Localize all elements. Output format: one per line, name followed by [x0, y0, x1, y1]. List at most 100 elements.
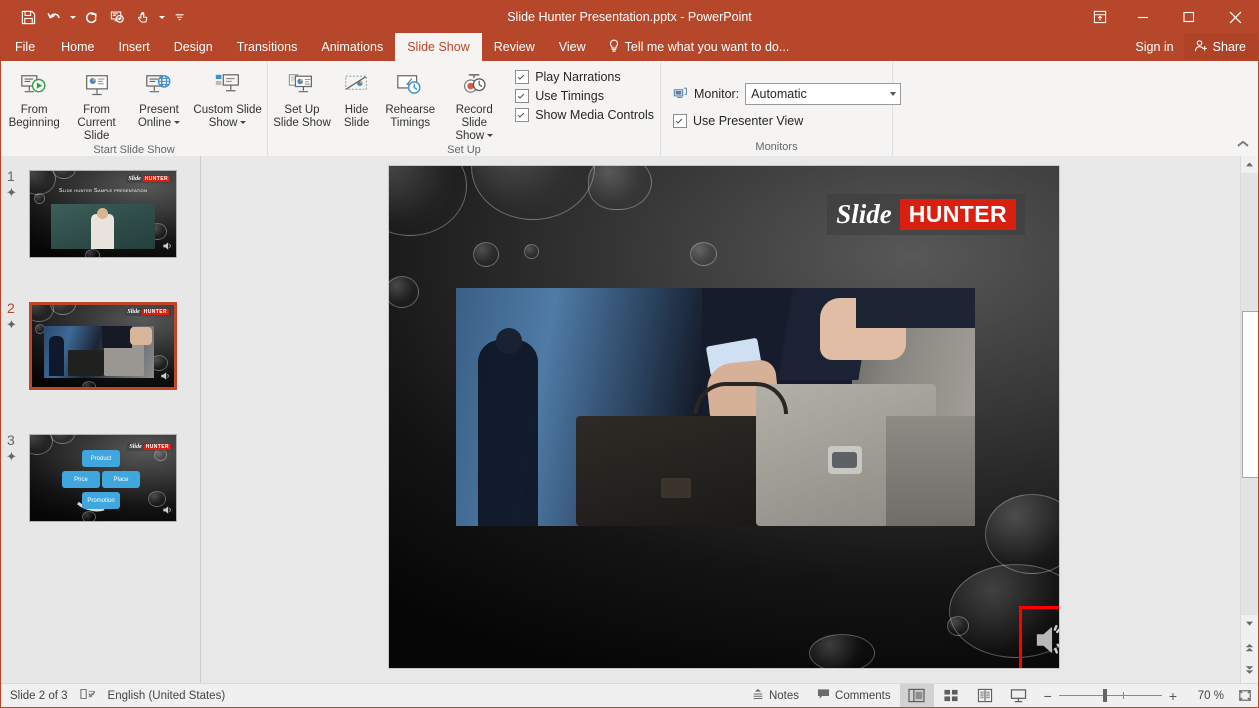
scroll-down-button[interactable] [1241, 615, 1258, 632]
show-media-controls-checkbox[interactable]: Show Media Controls [515, 108, 654, 122]
thumbnail-logo-slide-3: Slide [129, 444, 142, 450]
hide-slide-label-2: Slide [343, 117, 370, 129]
reading-view-button[interactable] [968, 684, 1002, 707]
tab-insert[interactable]: Insert [107, 33, 162, 61]
thumbnail-frame-1: Slide HUNTER Slide hunter Sample present… [29, 170, 177, 258]
audio-speaker-icon[interactable] [1034, 623, 1059, 660]
from-current-slide-button[interactable]: From Current Slide [65, 65, 127, 143]
from-beginning-icon [19, 68, 49, 102]
ribbon-group-title-start-slide-show: Start Slide Show [93, 144, 175, 156]
rehearse-timings-icon [395, 68, 425, 102]
scrollbar-thumb[interactable] [1242, 311, 1258, 478]
collapse-ribbon-button[interactable] [1234, 136, 1252, 152]
slide-canvas[interactable]: Slide HUNTER [201, 156, 1240, 683]
custom-slide-show-button[interactable]: Custom Slide Show [190, 65, 265, 130]
rehearse-timings-button[interactable]: Rehearse Timings [379, 65, 441, 130]
next-slide-button[interactable] [1241, 661, 1258, 678]
slide-thumbnail-pane[interactable]: 1 ✦ Slide HUNTER Slide hunter Sample pre… [1, 156, 201, 683]
custom-slide-show-dropdown-icon[interactable] [240, 121, 247, 125]
tab-design[interactable]: Design [162, 33, 225, 61]
fit-slide-to-window-button[interactable] [1232, 684, 1258, 707]
chevron-down-icon [890, 92, 897, 96]
start-from-beginning-button[interactable] [104, 5, 130, 29]
tab-home[interactable]: Home [49, 33, 106, 61]
slide-sorter-view-button[interactable] [934, 684, 968, 707]
use-timings-checkbox[interactable]: Use Timings [515, 89, 654, 103]
language-label[interactable]: English (United States) [108, 690, 226, 702]
ribbon-display-options-icon[interactable] [1080, 1, 1120, 33]
record-slide-show-dropdown-icon[interactable] [487, 134, 494, 138]
play-narrations-label: Play Narrations [535, 70, 621, 84]
comments-button[interactable]: Comments [808, 684, 900, 707]
tab-transitions[interactable]: Transitions [225, 33, 310, 61]
status-left: Slide 2 of 3 English (United States) [1, 687, 225, 704]
current-slide[interactable]: Slide HUNTER [389, 166, 1059, 668]
hide-slide-button[interactable]: Hide Slide [334, 65, 379, 130]
redo-button[interactable] [78, 5, 104, 29]
share-button[interactable]: Share [1183, 33, 1258, 61]
thumbnail-slide-1[interactable]: 1 ✦ Slide HUNTER Slide hunter Sample pre… [6, 168, 177, 258]
slide-counter[interactable]: Slide 2 of 3 [10, 690, 68, 702]
thumbnail-slide-3[interactable]: 3 ✦ Slide HUNTER Product Place Promotion… [6, 432, 177, 522]
thumbnail-slide-2[interactable]: 2 ✦ Slide HUNTER [6, 300, 177, 390]
animation-star-icon-3[interactable]: ✦ [6, 450, 17, 463]
monitor-select[interactable]: Automatic [745, 83, 902, 105]
monitor-label: Monitor: [694, 87, 740, 101]
thumbnail-photo-1 [51, 204, 155, 249]
ribbon-group-title-set-up: Set Up [447, 144, 481, 156]
undo-dropdown-icon[interactable] [67, 5, 78, 29]
normal-view-button[interactable] [899, 684, 934, 707]
zoom-slider-handle[interactable] [1102, 689, 1107, 702]
tab-file[interactable]: File [1, 33, 49, 61]
touch-mouse-mode-dropdown-icon[interactable] [156, 5, 167, 29]
bubble-decoration [473, 242, 499, 267]
audio-object-selection[interactable] [1019, 606, 1059, 668]
close-button[interactable] [1212, 1, 1258, 33]
monitor-select-value: Automatic [751, 87, 807, 101]
minimize-button[interactable] [1120, 1, 1166, 33]
scroll-up-button[interactable] [1241, 156, 1258, 173]
present-online-dropdown-icon[interactable] [174, 121, 181, 125]
zoom-level-label[interactable]: 70 % [1184, 690, 1224, 702]
animation-star-icon-2[interactable]: ✦ [6, 318, 17, 331]
play-narrations-checkbox-box [515, 70, 530, 84]
tab-view[interactable]: View [547, 33, 598, 61]
ribbon-group-start-slide-show: From Beginning From Current Slide Presen… [1, 61, 268, 156]
sign-in-button[interactable]: Sign in [1125, 33, 1183, 61]
record-slide-show-button[interactable]: Record Slide Show [441, 65, 507, 143]
zoom-in-button[interactable]: + [1169, 689, 1177, 703]
tab-slide-show[interactable]: Slide Show [395, 33, 482, 61]
slide-photo-businessman-briefcase[interactable] [456, 288, 975, 526]
use-presenter-view-checkbox[interactable]: Use Presenter View [663, 114, 803, 128]
spell-check-icon[interactable] [79, 687, 96, 704]
thumbnail-title-1: Slide hunter Sample presentation [58, 188, 148, 194]
set-up-slide-show-button[interactable]: Set Up Slide Show [270, 65, 334, 130]
tab-animations[interactable]: Animations [309, 33, 395, 61]
customize-quick-access-toolbar-button[interactable] [167, 5, 193, 29]
present-online-button[interactable]: Present Online [128, 65, 190, 130]
notes-button[interactable]: Notes [743, 684, 808, 707]
use-presenter-view-checkbox-box [673, 114, 687, 128]
animation-star-icon-1[interactable]: ✦ [6, 186, 17, 199]
set-up-slide-show-label-2: Slide Show [273, 117, 331, 129]
set-up-checkbox-list: Play Narrations Use Timings Show Media C… [507, 65, 658, 122]
undo-button[interactable] [41, 5, 67, 29]
save-button[interactable] [15, 5, 41, 29]
maximize-restore-button[interactable] [1166, 1, 1212, 33]
previous-slide-button[interactable] [1241, 639, 1258, 656]
bubble-decoration [809, 634, 875, 668]
slide-logo[interactable]: Slide HUNTER [827, 194, 1025, 235]
custom-slide-show-icon [213, 68, 243, 102]
from-beginning-button[interactable]: From Beginning [3, 65, 65, 130]
bubble-decoration [690, 242, 717, 266]
tab-review[interactable]: Review [482, 33, 547, 61]
vertical-scrollbar[interactable] [1240, 156, 1258, 683]
zoom-out-button[interactable]: − [1044, 689, 1052, 703]
touch-mouse-mode-button[interactable] [130, 5, 156, 29]
monitor-row: Monitor: Automatic [663, 83, 902, 105]
tell-me-search[interactable]: Tell me what you want to do... [598, 33, 800, 61]
slide-show-view-button[interactable] [1002, 684, 1036, 707]
from-beginning-label-1: From [20, 104, 48, 116]
zoom-slider[interactable] [1058, 684, 1162, 707]
play-narrations-checkbox[interactable]: Play Narrations [515, 70, 654, 84]
